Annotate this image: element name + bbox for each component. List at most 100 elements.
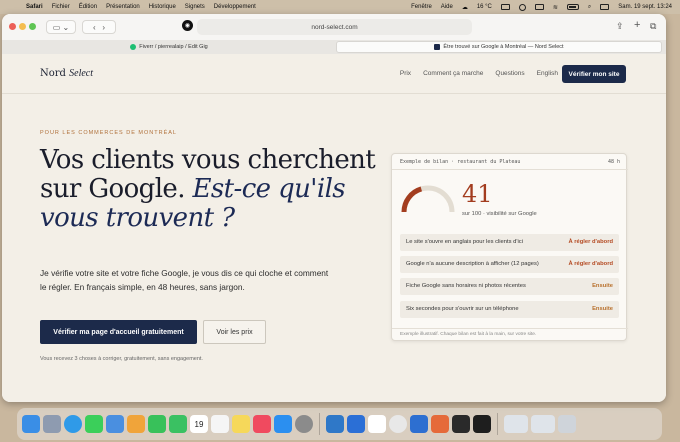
hero-note: Vous recevez 3 choses à corriger, gratui…	[40, 356, 203, 362]
menu-bar: Safari Fichier Édition Présentation Hist…	[0, 0, 680, 14]
issue-priority: Ensuite	[592, 306, 613, 312]
preview-icon[interactable]	[410, 415, 428, 433]
card-header: Exemple de bilan · restaurant du Plateau…	[392, 154, 628, 170]
menu-bookmarks[interactable]: Signets	[185, 4, 205, 10]
new-tab-icon[interactable]: +	[634, 19, 640, 31]
menu-history[interactable]: Historique	[149, 4, 176, 10]
safari-icon[interactable]	[64, 415, 82, 433]
clock[interactable]: Sam. 19 sept. 13:24	[618, 4, 672, 10]
notes-icon[interactable]	[232, 415, 250, 433]
slack-icon[interactable]	[368, 415, 386, 433]
launchpad-icon[interactable]	[43, 415, 61, 433]
window-thumb-icon[interactable]	[531, 415, 555, 433]
proton-icon[interactable]	[347, 415, 365, 433]
zoom-window-icon[interactable]	[29, 23, 36, 30]
dock: 19	[17, 408, 662, 440]
nav-link-questions[interactable]: Questions	[495, 70, 524, 77]
issue-label: Google n'a aucune description à afficher…	[406, 261, 539, 267]
url-text: nord-select.com	[311, 23, 358, 31]
dock-separator	[319, 413, 320, 435]
nav-cta-button[interactable]: Vérifier mon site	[562, 65, 626, 83]
menu-edit[interactable]: Édition	[79, 4, 97, 10]
share-icon[interactable]: ⇪	[616, 21, 624, 32]
card-footer: Exemple illustratif. Chaque bilan est fa…	[392, 328, 628, 340]
issue-row: Google n'a aucune description à afficher…	[400, 256, 619, 273]
app-store-icon[interactable]	[274, 415, 292, 433]
eyebrow-text: POUR LES COMMERCES DE MONTRÉAL	[40, 130, 177, 136]
trash-icon[interactable]	[558, 415, 576, 433]
nav-links: Prix Comment ça marche Questions English	[400, 70, 558, 77]
facetime-icon[interactable]	[148, 415, 166, 433]
address-bar[interactable]: nord-select.com	[197, 19, 472, 35]
site-nav: Nord Select Prix Comment ça marche Quest…	[2, 54, 666, 94]
issue-row: Fiche Google sans horaires ni photos réc…	[400, 278, 619, 295]
control-center-icon[interactable]	[600, 4, 610, 10]
temperature[interactable]: 16 °C	[477, 4, 492, 10]
nav-link-prix[interactable]: Prix	[400, 70, 411, 77]
issue-row: Six secondes pour s'ouvrir sur un téléph…	[400, 301, 619, 318]
vpn-icon[interactable]	[518, 3, 526, 11]
menu-view[interactable]: Présentation	[106, 4, 140, 10]
display-icon[interactable]	[534, 4, 544, 10]
safari-window: ▭ ⌄ ‹ › ◉ nord-select.com ⇪ + ⧉ Fiverr /…	[2, 14, 666, 402]
finder-icon[interactable]	[22, 415, 40, 433]
menu-window[interactable]: Fenêtre	[411, 4, 432, 10]
nav-link-english[interactable]: English	[537, 70, 558, 77]
site-logo[interactable]: Nord Select	[40, 68, 93, 79]
figma-icon[interactable]	[452, 415, 470, 433]
settings-icon[interactable]	[295, 415, 313, 433]
browser-toolbar: ▭ ⌄ ‹ › ◉ nord-select.com ⇪ + ⧉	[2, 14, 666, 40]
issue-row: Le site s'ouvre en anglais pour les clie…	[400, 234, 619, 251]
back-forward-buttons[interactable]: ‹ ›	[82, 20, 116, 34]
screen-icon[interactable]	[500, 4, 510, 10]
battery-icon[interactable]	[566, 4, 579, 10]
reminders-icon[interactable]	[211, 415, 229, 433]
menu-help[interactable]: Aide	[441, 4, 453, 10]
nord-select-favicon-icon	[434, 44, 441, 50]
dock-separator	[497, 413, 498, 435]
tab-bar: Fiverr / pierrealaip / Edit Gig Être tro…	[2, 40, 666, 54]
menu-develop[interactable]: Développement	[214, 4, 256, 10]
terminal-icon[interactable]	[473, 415, 491, 433]
chrome-icon[interactable]	[389, 415, 407, 433]
menu-app[interactable]: Safari	[26, 4, 43, 10]
search-icon[interactable]: ⌕	[588, 4, 591, 11]
card-title: Exemple de bilan · restaurant du Plateau	[400, 159, 521, 165]
issue-priority: Ensuite	[592, 283, 613, 289]
fiverr-favicon-icon	[130, 44, 137, 50]
issue-priority: À régler d'abord	[568, 239, 613, 245]
calendar-icon[interactable]: 19	[190, 415, 208, 433]
tab-nord-select[interactable]: Être trouvé sur Google à Montréal — Nord…	[336, 41, 662, 53]
hero-headline: Vos clients vous cherchent sur Google. E…	[40, 146, 390, 233]
score-value: 41	[462, 180, 493, 208]
phone-icon[interactable]	[169, 415, 187, 433]
nav-link-how[interactable]: Comment ça marche	[423, 70, 483, 77]
privacy-extension-icon[interactable]: ◉	[182, 20, 193, 31]
tab-title: Fiverr / pierrealaip / Edit Gig	[139, 44, 208, 50]
tab-overview-icon[interactable]: ⧉	[650, 21, 656, 32]
photos-icon[interactable]	[127, 415, 145, 433]
mail-icon[interactable]	[106, 415, 124, 433]
sidebar-toggle-icon[interactable]: ▭ ⌄	[46, 20, 76, 34]
logo-italic: Select	[69, 68, 94, 79]
claude-icon[interactable]	[431, 415, 449, 433]
close-window-icon[interactable]	[9, 23, 16, 30]
issue-label: Le site s'ouvre en anglais pour les clie…	[406, 239, 523, 245]
hero-lead: Je vérifie votre site et votre fiche Goo…	[40, 268, 329, 292]
see-prices-button[interactable]: Voir les prix	[203, 320, 266, 344]
tab-fiverr[interactable]: Fiverr / pierrealaip / Edit Gig	[6, 41, 332, 53]
menu-bar-status: Fenêtre Aide ☁ 16 °C ≋ ⌕ Sam. 19 sept. 1…	[411, 0, 672, 14]
issue-label: Fiche Google sans horaires ni photos réc…	[406, 283, 526, 289]
minimize-window-icon[interactable]	[19, 23, 26, 30]
music-icon[interactable]	[253, 415, 271, 433]
menu-file[interactable]: Fichier	[52, 4, 70, 10]
weather-icon[interactable]: ☁	[462, 4, 468, 11]
cyberduck-icon[interactable]	[326, 415, 344, 433]
score-label: sur 100 · visibilité sur Google	[462, 211, 537, 217]
wifi-icon[interactable]: ≋	[553, 4, 558, 11]
issue-label: Six secondes pour s'ouvrir sur un téléph…	[406, 306, 519, 312]
window-thumb-icon[interactable]	[504, 415, 528, 433]
check-homepage-button[interactable]: Vérifier ma page d'accueil gratuitement	[40, 320, 197, 344]
messages-icon[interactable]	[85, 415, 103, 433]
sample-report-card: Exemple de bilan · restaurant du Plateau…	[391, 153, 628, 341]
